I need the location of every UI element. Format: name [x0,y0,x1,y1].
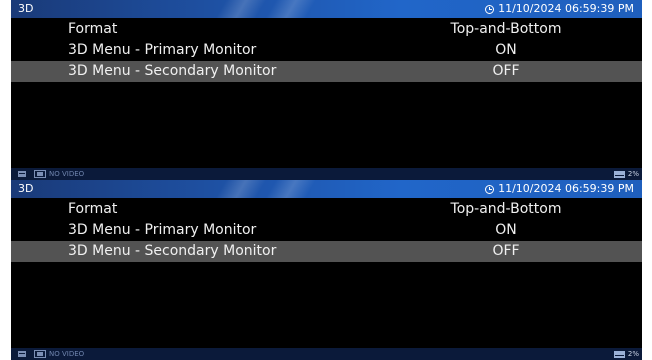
storage-status: 2% [613,168,639,180]
menu-item-label: 3D Menu - Primary Monitor [68,42,257,58]
menu-title: 3D [18,2,34,15]
menu-item-label: 3D Menu - Secondary Monitor [68,243,277,259]
datetime-text: 11/10/2024 06:59:39 PM [498,182,634,195]
settings-menu: Format Top-and-Bottom 3D Menu - Primary … [11,199,642,262]
menu-item-label: Format [68,21,118,37]
menu-item-value[interactable]: OFF [431,241,581,262]
storage-percent: 2% [627,170,639,178]
monitor-view-top: 3D 11/10/2024 06:59:39 PM Format Top-and… [11,0,642,180]
menu-item-secondary-monitor[interactable]: 3D Menu - Secondary Monitor OFF [11,61,642,82]
monitor-view-bottom: 3D 11/10/2024 06:59:39 PM Format Top-and… [11,180,642,360]
video-status: NO VIDEO [49,350,85,358]
menu-item-format[interactable]: Format Top-and-Bottom [11,19,642,40]
menu-item-value[interactable]: Top-and-Bottom [431,199,581,220]
menu-item-value[interactable]: OFF [431,61,581,82]
menu-title: 3D [18,182,34,195]
menu-item-value[interactable]: ON [431,40,581,61]
menu-item-primary-monitor[interactable]: 3D Menu - Primary Monitor ON [11,220,642,241]
menu-item-label: 3D Menu - Primary Monitor [68,222,257,238]
clock-icon [485,184,495,194]
hdd-icon [18,171,26,177]
clock-icon [485,4,495,14]
menu-item-value[interactable]: Top-and-Bottom [431,19,581,40]
titlebar-sheen [215,0,267,18]
stereo-preview: 3D 11/10/2024 06:59:39 PM Format Top-and… [11,0,642,360]
title-bar: 3D 11/10/2024 06:59:39 PM [11,180,642,198]
titlebar-sheen [265,0,317,18]
menu-item-value[interactable]: ON [431,220,581,241]
storage-percent: 2% [627,350,639,358]
status-left: NO VIDEO [18,348,84,360]
storage-status: 2% [613,348,639,360]
status-bar: NO VIDEO 2% [11,348,642,360]
disk-usage-icon [613,170,625,178]
menu-item-primary-monitor[interactable]: 3D Menu - Primary Monitor ON [11,40,642,61]
settings-menu: Format Top-and-Bottom 3D Menu - Primary … [11,19,642,82]
disk-usage-icon [613,350,625,358]
datetime-display: 11/10/2024 06:59:39 PM [485,180,634,198]
menu-item-format[interactable]: Format Top-and-Bottom [11,199,642,220]
datetime-display: 11/10/2024 06:59:39 PM [485,0,634,18]
status-bar: NO VIDEO 2% [11,168,642,180]
menu-item-label: Format [68,201,118,217]
menu-item-secondary-monitor[interactable]: 3D Menu - Secondary Monitor OFF [11,241,642,262]
menu-item-label: 3D Menu - Secondary Monitor [68,63,277,79]
hdd-icon [18,351,26,357]
status-left: NO VIDEO [18,168,84,180]
datetime-text: 11/10/2024 06:59:39 PM [498,2,634,15]
video-status: NO VIDEO [49,170,85,178]
titlebar-sheen [265,180,317,198]
titlebar-sheen [215,180,267,198]
video-icon [34,170,46,178]
title-bar: 3D 11/10/2024 06:59:39 PM [11,0,642,18]
video-icon [34,350,46,358]
